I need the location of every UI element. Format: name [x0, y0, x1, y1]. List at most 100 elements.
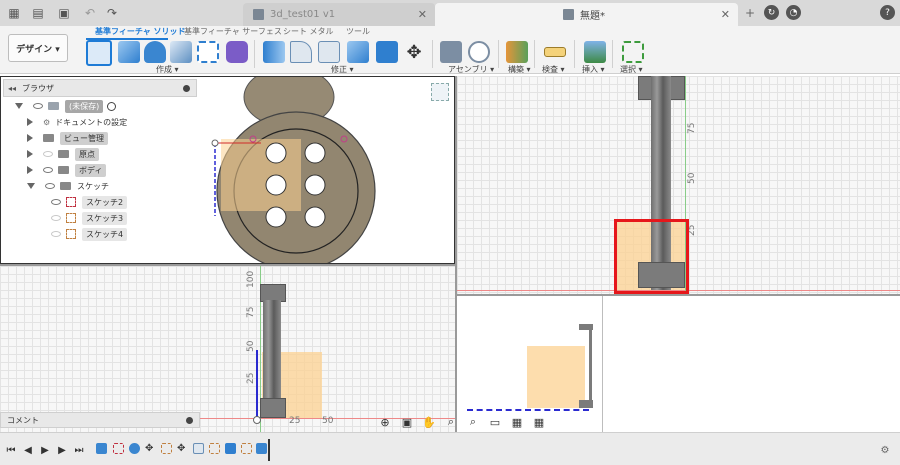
comment-panel[interactable]: コメント — [0, 412, 200, 428]
viewport-top-right[interactable]: 75 50 25 — [457, 76, 900, 294]
activate-icon[interactable] — [107, 101, 117, 111]
shell-icon[interactable] — [318, 41, 340, 63]
group-create[interactable]: 作成 ▾ — [156, 64, 179, 75]
measure-icon[interactable] — [544, 47, 566, 57]
play-icon[interactable]: ▶ — [38, 444, 52, 456]
tree-item-origin[interactable]: 原点 — [27, 147, 99, 161]
offset-face-icon[interactable] — [376, 41, 398, 63]
offset-plane-icon[interactable] — [506, 41, 528, 63]
undo-icon[interactable]: ↶ — [82, 5, 98, 21]
tree-item-sketches[interactable]: スケッチ — [27, 179, 109, 193]
tab-untitled[interactable]: 無題* ✕ — [435, 3, 738, 26]
visibility-icon[interactable] — [43, 167, 53, 173]
extensions-icon[interactable]: ↻ — [764, 5, 779, 20]
revolve-icon[interactable] — [144, 41, 166, 63]
help-icon[interactable]: ? — [880, 5, 895, 20]
viewport-top-left[interactable]: ◂◂ ブラウザ (未保存) ⚙ ドキュメントの設定 ビュー管理 原点 ボディ ス… — [0, 76, 455, 264]
go-to-end-icon[interactable]: ⏭ — [72, 444, 86, 456]
timeline-fillet[interactable] — [193, 443, 204, 454]
expand-icon[interactable] — [15, 103, 23, 109]
move-icon[interactable]: ✥ — [403, 41, 425, 63]
viewports-icon[interactable]: ▦ — [530, 415, 548, 429]
go-to-start-icon[interactable]: ⏮ — [4, 444, 18, 456]
step-forward-icon[interactable]: ▶ — [55, 444, 69, 456]
new-tab-icon[interactable]: + — [742, 5, 758, 21]
tree-item-named-views[interactable]: ビュー管理 — [27, 131, 108, 145]
timeline-marker[interactable] — [268, 439, 270, 461]
close-icon[interactable]: ✕ — [418, 8, 427, 21]
tree-item-sketch3[interactable]: スケッチ3 — [51, 211, 128, 225]
timeline-extrude[interactable] — [96, 443, 107, 454]
extrude-icon[interactable] — [118, 41, 140, 63]
tree-item-sketch4[interactable]: スケッチ4 — [51, 227, 128, 241]
group-select[interactable]: 選択 ▾ — [620, 64, 643, 75]
look-at-icon[interactable]: ▣ — [398, 415, 416, 429]
tab-3d-test01[interactable]: 3d_test01 v1 ✕ — [243, 3, 435, 26]
display-settings-icon[interactable]: ▭ — [486, 415, 504, 429]
joint-icon[interactable] — [468, 41, 490, 63]
add-comment-icon[interactable] — [186, 416, 193, 424]
expand-icon[interactable] — [27, 166, 33, 174]
step-back-icon[interactable]: ◀ — [21, 444, 35, 456]
tab-sheet-metal[interactable]: シート メタル — [283, 26, 334, 37]
job-status-icon[interactable]: ◔ — [786, 5, 801, 20]
expand-icon[interactable] — [27, 134, 33, 142]
combine-icon[interactable] — [347, 41, 369, 63]
group-inspect[interactable]: 検査 ▾ — [542, 64, 565, 75]
expand-icon[interactable] — [27, 150, 33, 158]
close-icon[interactable]: ✕ — [721, 8, 730, 21]
expand-icon[interactable] — [27, 183, 35, 189]
tree-item-document-settings[interactable]: ⚙ ドキュメントの設定 — [27, 115, 127, 129]
insert-image-icon[interactable] — [584, 41, 606, 63]
timeline-move[interactable]: ✥ — [145, 443, 156, 454]
tree-item-sketch2[interactable]: スケッチ2 — [51, 195, 128, 209]
app-grid-icon[interactable]: ▦ — [6, 5, 22, 21]
pin-icon[interactable] — [183, 84, 190, 92]
timeline-sketch[interactable] — [241, 443, 252, 454]
group-insert[interactable]: 挿入 ▾ — [582, 64, 605, 75]
redo-icon[interactable]: ↷ — [104, 5, 120, 21]
expand-icon[interactable] — [27, 118, 33, 126]
timeline-extrude[interactable] — [256, 443, 267, 454]
visibility-icon[interactable] — [43, 151, 53, 157]
press-pull-icon[interactable] — [263, 41, 285, 63]
fit-icon[interactable]: ⌕ — [464, 415, 482, 429]
visibility-icon[interactable] — [51, 199, 61, 205]
save-icon[interactable]: ▣ — [56, 5, 72, 21]
browser-header[interactable]: ◂◂ ブラウザ — [3, 79, 197, 97]
collapse-icon[interactable]: ◂◂ — [8, 84, 16, 93]
viewport-bottom-left[interactable]: 100 75 50 25 25 50 — [0, 266, 455, 432]
tab-tools[interactable]: ツール — [346, 26, 370, 37]
tab-solid[interactable]: 基準フィーチャ ソリッド — [95, 26, 186, 37]
visibility-icon[interactable] — [51, 231, 61, 237]
viewcube-icon[interactable] — [431, 83, 449, 101]
timeline-sketch[interactable] — [161, 443, 172, 454]
timeline-move[interactable]: ✥ — [177, 443, 188, 454]
visibility-icon[interactable] — [33, 103, 43, 109]
viewport-empty[interactable] — [602, 296, 900, 432]
timeline-combine[interactable] — [225, 443, 236, 454]
viewport-bottom-right[interactable] — [457, 296, 602, 432]
tab-surface[interactable]: 基準フィーチャ サーフェス — [184, 26, 282, 37]
hole-icon[interactable] — [170, 41, 192, 63]
orbit-icon[interactable]: ⊕ — [376, 415, 394, 429]
group-assemble[interactable]: アセンブリ ▾ — [448, 64, 494, 75]
group-modify[interactable]: 修正 ▾ — [331, 64, 354, 75]
zoom-icon[interactable]: ⌕ — [442, 415, 460, 429]
pan-icon[interactable]: ✋ — [420, 415, 438, 429]
new-component-icon[interactable] — [440, 41, 462, 63]
group-construct[interactable]: 構築 ▾ — [508, 64, 531, 75]
create-form-icon[interactable] — [226, 41, 248, 63]
tree-item-bodies[interactable]: ボディ — [27, 163, 107, 177]
grid-settings-icon[interactable]: ▦ — [508, 415, 526, 429]
visibility-icon[interactable] — [45, 183, 55, 189]
tree-root[interactable]: (未保存) — [15, 99, 117, 113]
timeline-settings-icon[interactable]: ⚙ — [878, 444, 892, 456]
file-menu-icon[interactable]: ▤ — [30, 5, 46, 21]
workspace-switcher-button[interactable]: デザイン ▾ — [8, 34, 68, 62]
visibility-icon[interactable] — [51, 215, 61, 221]
pattern-icon[interactable] — [197, 41, 219, 63]
create-sketch-icon[interactable] — [86, 40, 112, 66]
fillet-icon[interactable] — [290, 41, 312, 63]
timeline-sketch[interactable] — [113, 443, 124, 454]
